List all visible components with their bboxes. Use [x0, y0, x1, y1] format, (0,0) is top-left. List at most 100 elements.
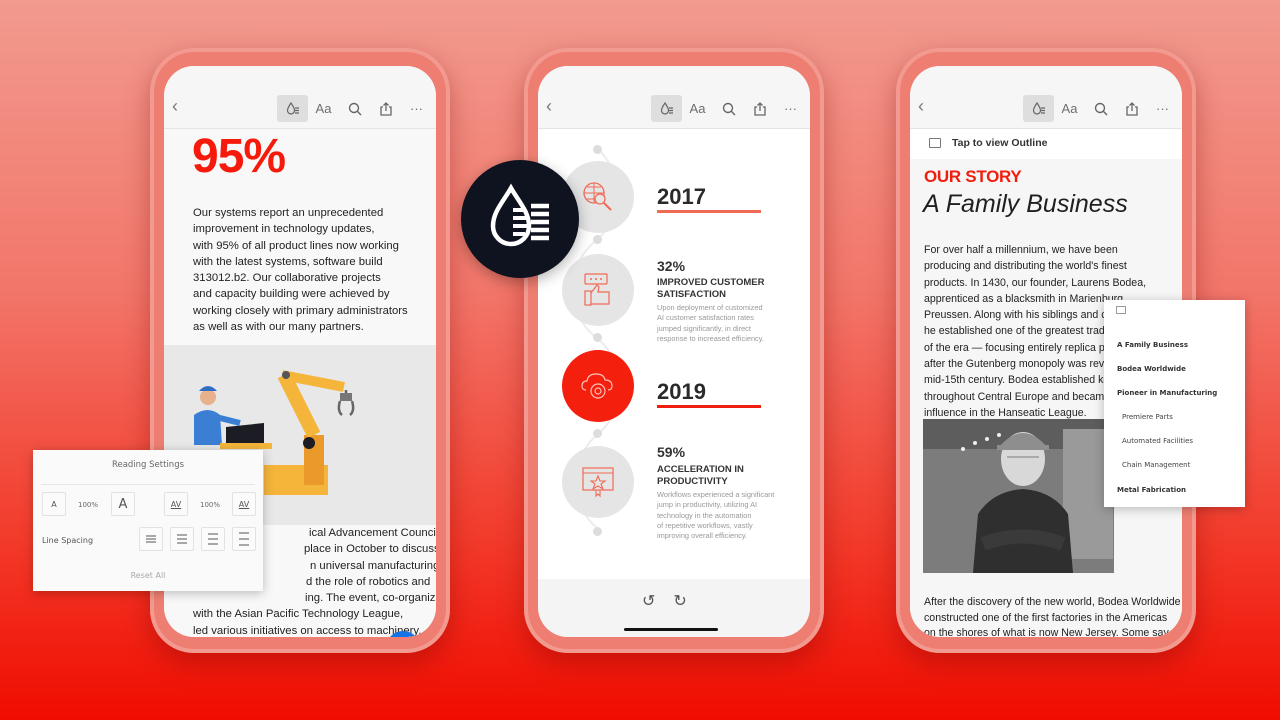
article-title: A Family Business: [923, 190, 1128, 218]
timeline-node: [562, 446, 634, 518]
text-size-button[interactable]: Aa: [682, 95, 713, 122]
panel-title: Reading Settings: [111, 460, 185, 470]
text-line: After the discovery of the new world, Bo…: [924, 596, 1181, 608]
text-line: technology in the automation: [657, 510, 752, 520]
divider: [41, 484, 255, 485]
outline-item[interactable]: Pioneer in Manufacturing: [1117, 389, 1217, 397]
search-icon: [348, 102, 361, 115]
stat-heading: IMPROVED CUSTOMER SATISFACTION: [657, 277, 797, 300]
liquid-mode-icon: [286, 101, 299, 115]
timeline-content: 2017 32% IMPROVED CUSTOMER SATISFACTION …: [538, 129, 810, 579]
back-button[interactable]: ‹: [546, 96, 552, 117]
text-line: improving overall efficiency.: [657, 531, 748, 541]
stat-description: Upon deployment of customized AI custome…: [657, 303, 797, 344]
text-line: producing and distributing the world's f…: [924, 260, 1127, 273]
line-spacing-option-2[interactable]: [170, 527, 194, 551]
outline-panel: A Family Business Bodea Worldwide Pionee…: [1104, 300, 1245, 507]
search-button[interactable]: [339, 95, 370, 122]
text-line: 313012.b2. Our collaborative projects: [193, 272, 381, 285]
heading-line: ACCELERATION IN: [657, 464, 744, 475]
text-line: Upon deployment of customized: [657, 303, 763, 312]
line-spacing-tight-icon: [146, 535, 156, 543]
reader-toolbar: ‹ Aa ···: [538, 66, 810, 129]
outline-icon: [1116, 306, 1126, 314]
timeline-node: [562, 254, 634, 326]
phone-mockup-2: ‹ Aa ··· 2017 32% IMPROVED CUSTOMER SATI…: [524, 48, 824, 653]
font-size-increase-button[interactable]: A: [111, 492, 135, 516]
search-button[interactable]: [1085, 95, 1116, 122]
outline-item[interactable]: Metal Fabrication: [1117, 486, 1186, 494]
text-line: as well as with our many partners.: [193, 321, 364, 334]
line-spacing-normal-icon: [177, 534, 187, 544]
outline-prompt: Tap to view Outline: [952, 137, 1048, 149]
outline-subitem[interactable]: Premiere Parts: [1122, 413, 1173, 421]
outline-subitem[interactable]: Chain Management: [1122, 461, 1190, 469]
reset-all-button[interactable]: Reset All: [33, 571, 263, 580]
outline-item[interactable]: Bodea Worldwide: [1117, 365, 1186, 373]
headline-stat: 95%: [192, 130, 286, 183]
search-button[interactable]: [713, 95, 744, 122]
reader-toolbar: ‹ Aa ···: [164, 66, 436, 129]
year-underline: [657, 405, 761, 408]
text-line: and capacity building were achieved by: [193, 288, 390, 301]
share-icon: [753, 101, 766, 116]
back-button[interactable]: ‹: [172, 96, 178, 117]
liquid-mode-button[interactable]: [651, 95, 682, 122]
view-outline-button[interactable]: Tap to view Outline: [910, 129, 1182, 159]
heading-line: IMPROVED CUSTOMER: [657, 277, 765, 288]
liquid-mode-icon: [660, 101, 673, 115]
body-paragraph: Our systems report an unprecedented impr…: [193, 205, 433, 335]
timeline-year: 2017: [657, 184, 706, 209]
body-paragraph-2: After the discovery of the new world, Bo…: [924, 595, 1182, 637]
line-spacing-option-1[interactable]: [139, 527, 163, 551]
text-line: jumped significantly, in direct: [657, 323, 751, 333]
browser-star-icon: [582, 467, 614, 498]
stat-percentage: 32%: [657, 258, 686, 274]
line-spacing-option-4[interactable]: [232, 527, 256, 551]
liquid-mode-button[interactable]: [1023, 95, 1054, 122]
font-size-decrease-button[interactable]: A: [42, 492, 66, 516]
search-icon: [1094, 102, 1107, 115]
char-spacing-decrease-button[interactable]: AV: [164, 492, 188, 516]
line-spacing-loose-icon: [208, 533, 218, 545]
cloud-gear-icon: [581, 373, 613, 399]
back-button[interactable]: ‹: [918, 96, 924, 117]
text-size-button[interactable]: Aa: [308, 95, 339, 122]
share-button[interactable]: [370, 95, 401, 122]
text-line: with the Asian Pacific Technology League…: [193, 608, 404, 621]
text-size-button[interactable]: Aa: [1054, 95, 1085, 122]
font-size-value: 100%: [78, 501, 99, 509]
text-line: For over half a millennium, we have been: [924, 244, 1118, 256]
bottom-bar: ↺ ↻: [538, 579, 810, 637]
text-line: ing. The event, co-organiz: [305, 592, 436, 605]
char-spacing-increase-button[interactable]: AV: [232, 492, 256, 516]
share-icon: [379, 101, 392, 116]
more-button[interactable]: ···: [401, 95, 432, 122]
text-line: products. In 1430, our founder, Laurens …: [924, 276, 1147, 289]
text-line: with 95% of all product lines now workin…: [193, 239, 399, 252]
more-button[interactable]: ···: [775, 95, 806, 122]
home-indicator: [624, 628, 718, 631]
share-button[interactable]: [744, 95, 775, 122]
undo-button[interactable]: ↺: [642, 591, 655, 611]
text-line: Workflows experienced a significant: [657, 490, 775, 499]
section-kicker: OUR STORY: [924, 167, 1022, 186]
worker-photo: [923, 419, 1114, 573]
share-button[interactable]: [1116, 95, 1147, 122]
more-button[interactable]: ···: [1147, 95, 1178, 122]
outline-item[interactable]: A Family Business: [1117, 341, 1188, 349]
liquid-mode-icon: [1032, 101, 1045, 115]
outline-subitem[interactable]: Automated Facilities: [1122, 437, 1193, 445]
reading-settings-panel: Reading Settings A 100% A AV 100% AV Lin…: [33, 450, 263, 591]
redo-button[interactable]: ↻: [673, 591, 686, 611]
text-line: improvement in technology updates,: [193, 223, 375, 236]
year-underline: [657, 210, 761, 213]
line-spacing-label: Line Spacing: [42, 536, 94, 545]
liquid-mode-button[interactable]: [277, 95, 308, 122]
text-line: response to increased efficiency.: [657, 333, 764, 343]
timeline-dot: [593, 429, 602, 438]
timeline-year: 2019: [657, 379, 706, 404]
line-spacing-option-3[interactable]: [201, 527, 225, 551]
liquid-mode-badge: [461, 160, 579, 278]
reader-toolbar: ‹ Aa ···: [910, 66, 1182, 129]
